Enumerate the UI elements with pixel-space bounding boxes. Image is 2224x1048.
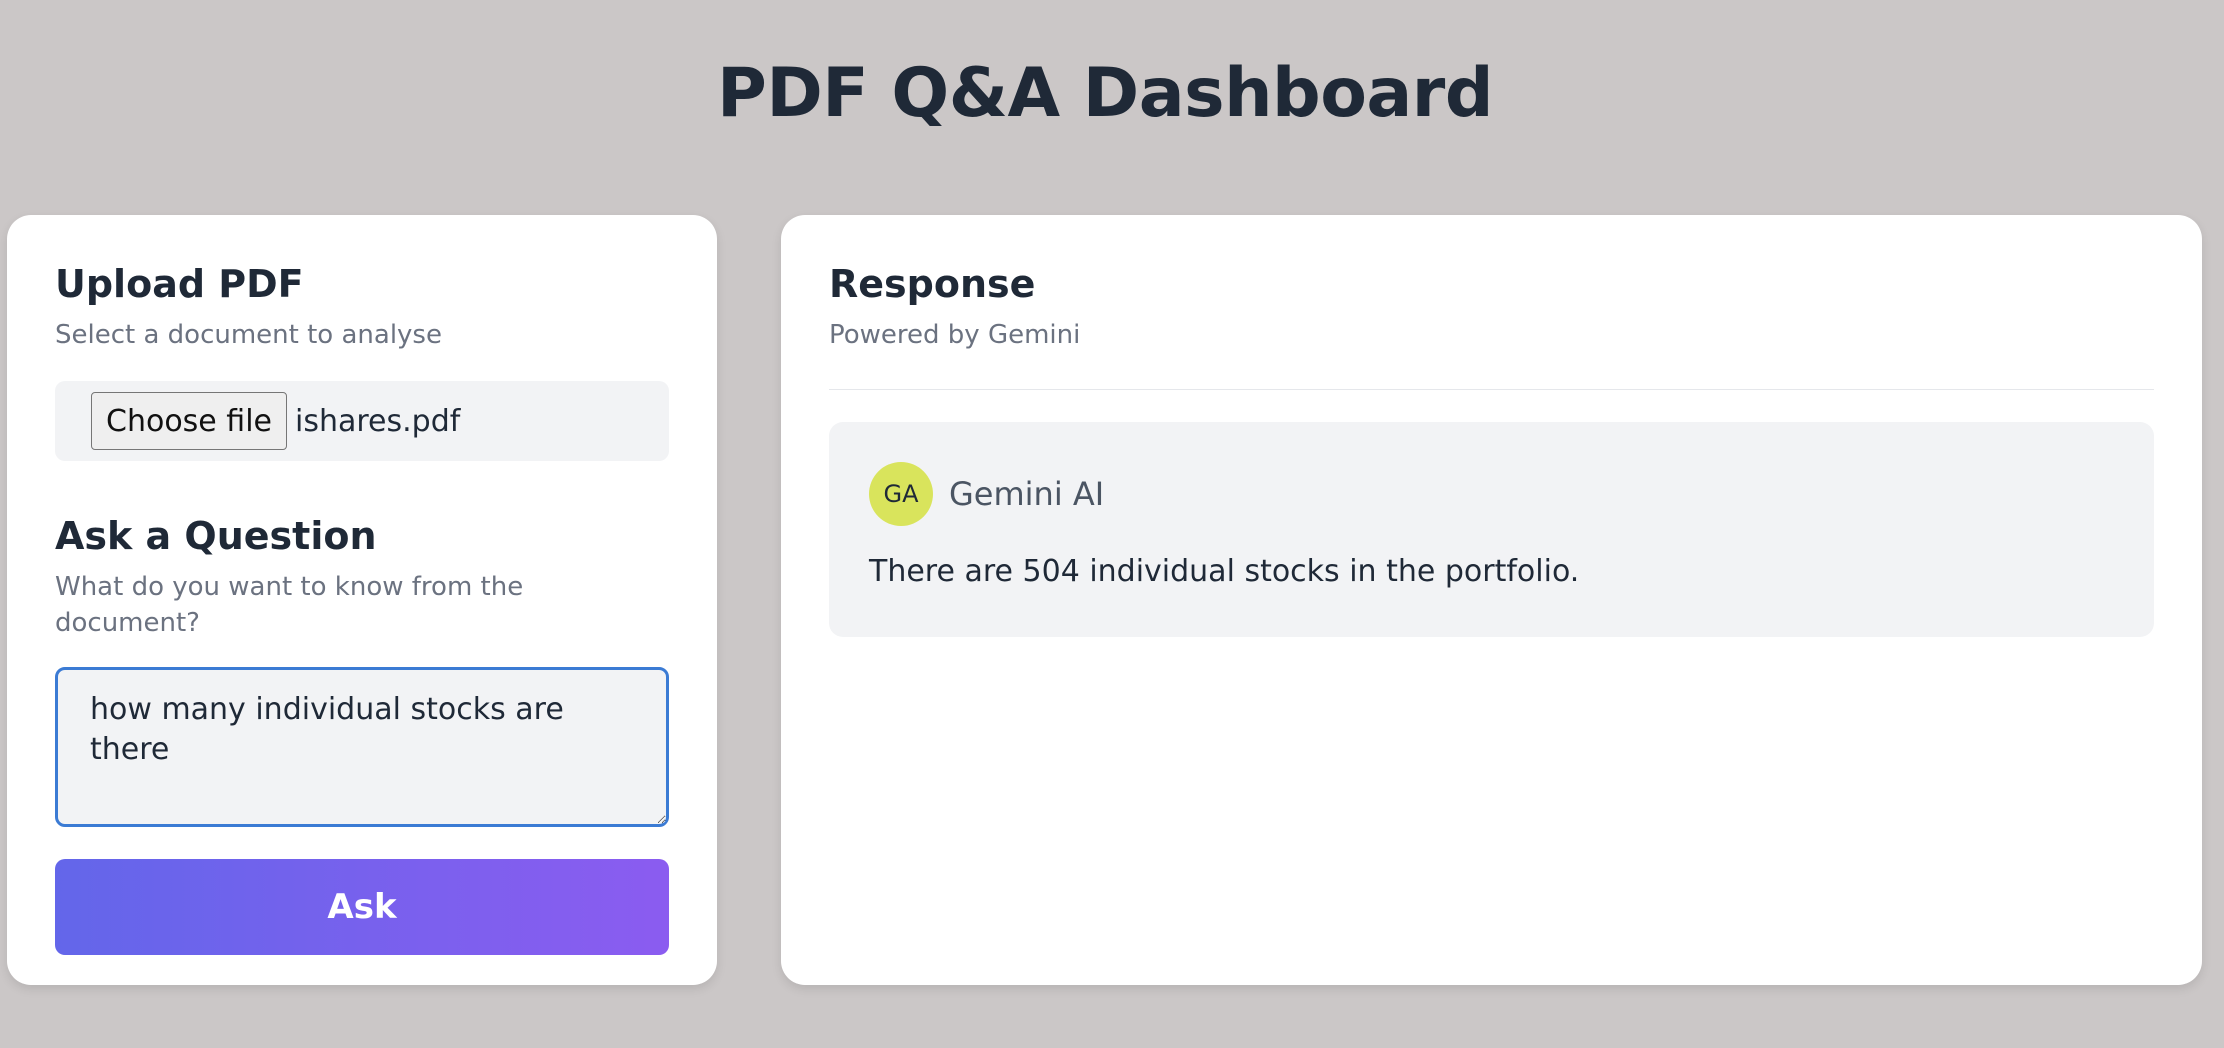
message-header: GA Gemini AI <box>869 462 2114 526</box>
ask-section: Ask a Question What do you want to know … <box>55 511 669 955</box>
sender-name: Gemini AI <box>949 475 1105 513</box>
response-subtitle: Powered by Gemini <box>829 320 1081 350</box>
response-title: Response <box>829 262 1036 306</box>
ask-button[interactable]: Ask <box>55 859 669 955</box>
upload-title: Upload PDF <box>55 262 304 306</box>
response-panel: Response Powered by Gemini GA Gemini AI … <box>781 215 2202 985</box>
response-divider <box>829 389 2154 390</box>
file-name: ishares.pdf <box>294 403 461 439</box>
message-text: There are 504 individual stocks in the p… <box>869 554 1580 589</box>
file-input[interactable]: Choose file ishares.pdf <box>55 381 669 461</box>
avatar: GA <box>869 462 933 526</box>
page-title: PDF Q&A Dashboard <box>716 54 1494 133</box>
response-message: GA Gemini AI There are 504 individual st… <box>829 422 2154 637</box>
ask-subtitle: What do you want to know from the docume… <box>55 572 524 638</box>
upload-subtitle: Select a document to analyse <box>55 320 442 350</box>
choose-file-button[interactable]: Choose file <box>91 392 287 450</box>
question-input[interactable]: how many individual stocks are there <box>55 667 669 827</box>
upload-panel: Upload PDF Select a document to analyse … <box>7 215 717 985</box>
ask-title: Ask a Question <box>55 514 377 558</box>
